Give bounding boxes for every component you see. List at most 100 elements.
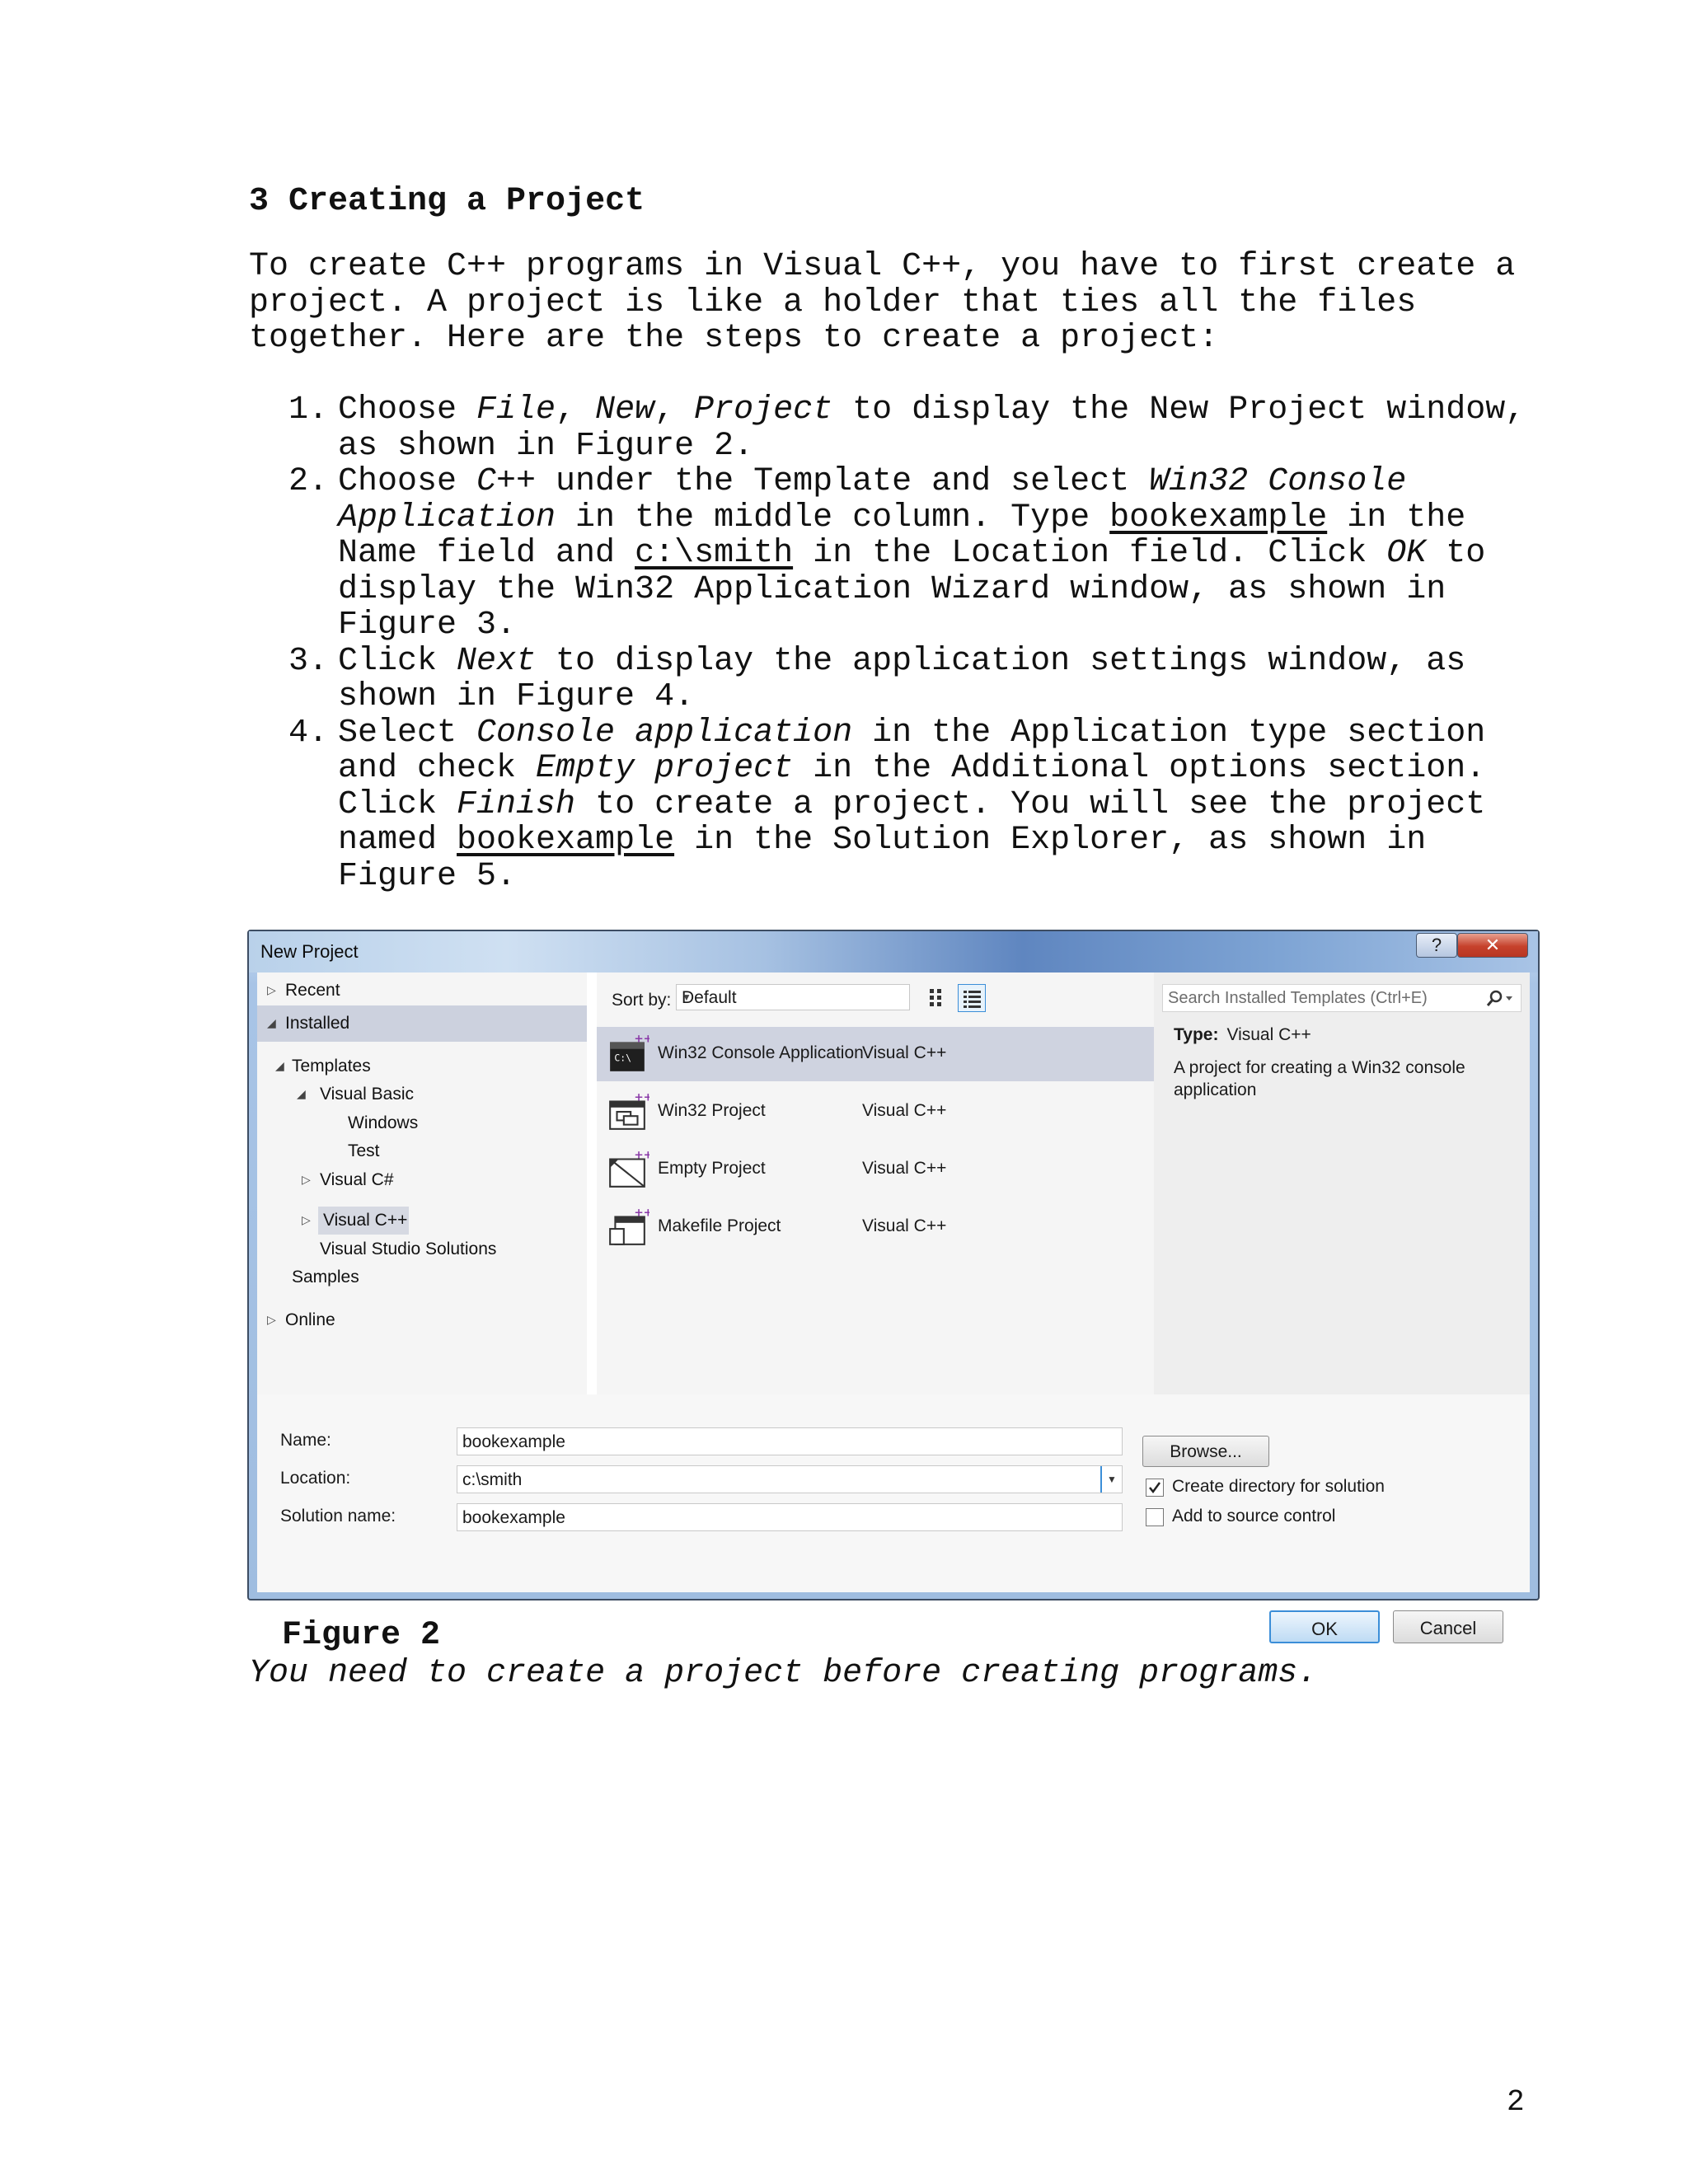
svg-text:++: ++ bbox=[634, 1207, 649, 1219]
close-icon: ✕ bbox=[1484, 935, 1501, 955]
cancel-label: Cancel bbox=[1419, 1618, 1477, 1638]
template-tree: ▷ Recent ◢ Installed ◢ Templates ◢ Visua… bbox=[257, 972, 587, 1394]
template-language: Visual C++ bbox=[862, 1101, 947, 1120]
template-row[interactable]: ++ Makefile Project Visual C++ bbox=[597, 1200, 1154, 1254]
expand-triangle-icon[interactable]: ▷ bbox=[302, 1173, 311, 1187]
step-item: 4. Select Console application in the Appl… bbox=[288, 715, 1533, 895]
emphasized-term: File bbox=[476, 391, 556, 429]
add-to-source-control-label: Add to source control bbox=[1172, 1507, 1336, 1526]
expand-triangle-icon[interactable]: ▷ bbox=[267, 1313, 276, 1327]
tree-item-vs-solutions[interactable]: Visual Studio Solutions bbox=[320, 1240, 496, 1259]
template-row[interactable]: ++ Empty Project Visual C++ bbox=[597, 1142, 1154, 1197]
collapse-triangle-icon[interactable]: ◢ bbox=[297, 1087, 306, 1101]
step-text: Choose bbox=[338, 391, 477, 429]
small-icons-view-button[interactable] bbox=[925, 984, 953, 1012]
step-number: 1. bbox=[288, 391, 329, 429]
emphasized-term: C++ bbox=[476, 463, 537, 500]
template-name: Empty Project bbox=[658, 1159, 766, 1178]
location-dropdown-button[interactable]: ▼ bbox=[1100, 1466, 1122, 1493]
tree-item-visual-basic[interactable]: Visual Basic bbox=[320, 1085, 414, 1104]
step-text: , bbox=[556, 391, 596, 429]
section-heading: 3 Creating a Project bbox=[249, 183, 645, 220]
dialog-title: New Project bbox=[260, 941, 359, 962]
tree-item-windows[interactable]: Windows bbox=[348, 1113, 418, 1133]
search-placeholder: Search Installed Templates (Ctrl+E) bbox=[1168, 989, 1428, 1007]
browse-button[interactable]: Browse... bbox=[1142, 1436, 1269, 1467]
console-app-icon: C:\++ bbox=[610, 1033, 649, 1071]
type-value: Visual C++ bbox=[1226, 1025, 1311, 1044]
expand-triangle-icon[interactable]: ▷ bbox=[267, 983, 276, 997]
create-directory-checkbox[interactable] bbox=[1146, 1479, 1164, 1497]
step-item: 1. Choose File, New, Project to display t… bbox=[288, 392, 1533, 464]
tree-item-templates[interactable]: Templates bbox=[292, 1057, 371, 1076]
step-number: 4. bbox=[288, 714, 329, 752]
type-label: Type: bbox=[1174, 1025, 1219, 1044]
figure-caption: You need to create a project before crea… bbox=[249, 1655, 1318, 1692]
browse-label: Browse... bbox=[1170, 1442, 1242, 1461]
emphasized-term: Console application bbox=[476, 714, 853, 752]
emphasized-term: Project bbox=[694, 391, 833, 429]
sort-by-select[interactable]: Default ▼ bbox=[676, 984, 910, 1010]
underlined-value: bookexample bbox=[457, 822, 675, 859]
add-to-source-control-checkbox[interactable] bbox=[1146, 1508, 1164, 1526]
help-button[interactable]: ? bbox=[1416, 933, 1457, 958]
solution-name-value: bookexample bbox=[462, 1508, 565, 1527]
step-number: 3. bbox=[288, 642, 329, 680]
template-list-pane: Sort by: Default ▼ C:\ + Win32 Console A… bbox=[597, 972, 1154, 1394]
emphasized-term: New bbox=[595, 391, 655, 429]
emphasized-term: Next bbox=[457, 642, 537, 680]
tree-item-samples[interactable]: Samples bbox=[292, 1268, 359, 1287]
location-value: c:\smith bbox=[462, 1470, 523, 1489]
dialog-titlebar: New Project ? ✕ bbox=[249, 931, 1538, 972]
tree-item-installed[interactable]: Installed bbox=[285, 1014, 349, 1033]
underlined-value: c:\smith bbox=[635, 535, 794, 572]
step-item: 3. Click Next to display the application … bbox=[288, 642, 1533, 715]
tree-item-test[interactable]: Test bbox=[348, 1141, 380, 1161]
type-row: Type: Visual C++ bbox=[1174, 1025, 1311, 1045]
template-row[interactable]: C:\++ Win32 Console ApplicationVisual C++ bbox=[597, 1027, 1154, 1081]
tree-item-visual-csharp[interactable]: Visual C# bbox=[320, 1170, 394, 1190]
tree-item-recent[interactable]: Recent bbox=[285, 981, 340, 1001]
template-description: A project for creating a Win32 console a… bbox=[1174, 1058, 1465, 1099]
svg-text:++: ++ bbox=[634, 1091, 649, 1104]
dropdown-arrow-icon: ▼ bbox=[682, 991, 692, 1003]
solution-name-label: Solution name: bbox=[280, 1507, 396, 1526]
expand-triangle-icon[interactable]: ▷ bbox=[302, 1213, 311, 1227]
collapse-triangle-icon[interactable]: ◢ bbox=[267, 1016, 276, 1030]
step-text: Select bbox=[338, 714, 477, 752]
location-combobox[interactable]: c:\smith ▼ bbox=[457, 1465, 1123, 1493]
tree-item-online[interactable]: Online bbox=[285, 1310, 335, 1330]
search-icon bbox=[1486, 990, 1512, 1006]
template-language: Visual C++ bbox=[862, 1216, 947, 1235]
cancel-button[interactable]: Cancel bbox=[1393, 1610, 1503, 1643]
page-number: 2 bbox=[1507, 2085, 1525, 2119]
close-button[interactable]: ✕ bbox=[1457, 933, 1528, 958]
collapse-triangle-icon[interactable]: ◢ bbox=[275, 1059, 284, 1073]
svg-text:++: ++ bbox=[634, 1149, 649, 1161]
template-name: Win32 Console Application bbox=[658, 1043, 864, 1062]
makefile-project-icon: ++ bbox=[609, 1207, 649, 1245]
template-row[interactable]: ++ Win32 Project Visual C++ bbox=[597, 1085, 1154, 1139]
solution-name-input[interactable]: bookexample bbox=[457, 1503, 1123, 1531]
emphasized-term: Empty project bbox=[536, 750, 794, 787]
ok-button[interactable]: OK bbox=[1269, 1610, 1380, 1643]
steps-list: 1. Choose File, New, Project to display t… bbox=[288, 392, 1533, 894]
template-language: Visual C++ bbox=[862, 1043, 947, 1062]
emphasized-term: OK bbox=[1386, 535, 1427, 572]
search-templates-input[interactable]: Search Installed Templates (Ctrl+E) bbox=[1162, 984, 1522, 1012]
template-name: Win32 Project bbox=[658, 1101, 766, 1120]
figure-title: Figure 2 bbox=[282, 1617, 441, 1654]
create-directory-label: Create directory for solution bbox=[1172, 1477, 1385, 1496]
step-text: Click bbox=[338, 642, 457, 680]
name-label: Name: bbox=[280, 1431, 331, 1450]
ok-label: OK bbox=[1311, 1619, 1338, 1639]
list-view-button[interactable] bbox=[958, 984, 986, 1012]
template-details-pane: Search Installed Templates (Ctrl+E) Type… bbox=[1154, 972, 1530, 1394]
checkmark-icon bbox=[1149, 1482, 1161, 1494]
name-input[interactable]: bookexample bbox=[457, 1427, 1123, 1455]
location-label: Location: bbox=[280, 1469, 351, 1488]
dropdown-arrow-icon: ▼ bbox=[1107, 1474, 1117, 1485]
step-text: in the Location field. Click bbox=[793, 535, 1387, 572]
sort-by-label: Sort by: bbox=[612, 991, 672, 1010]
tree-item-visual-cpp[interactable]: Visual C++ bbox=[323, 1211, 407, 1230]
